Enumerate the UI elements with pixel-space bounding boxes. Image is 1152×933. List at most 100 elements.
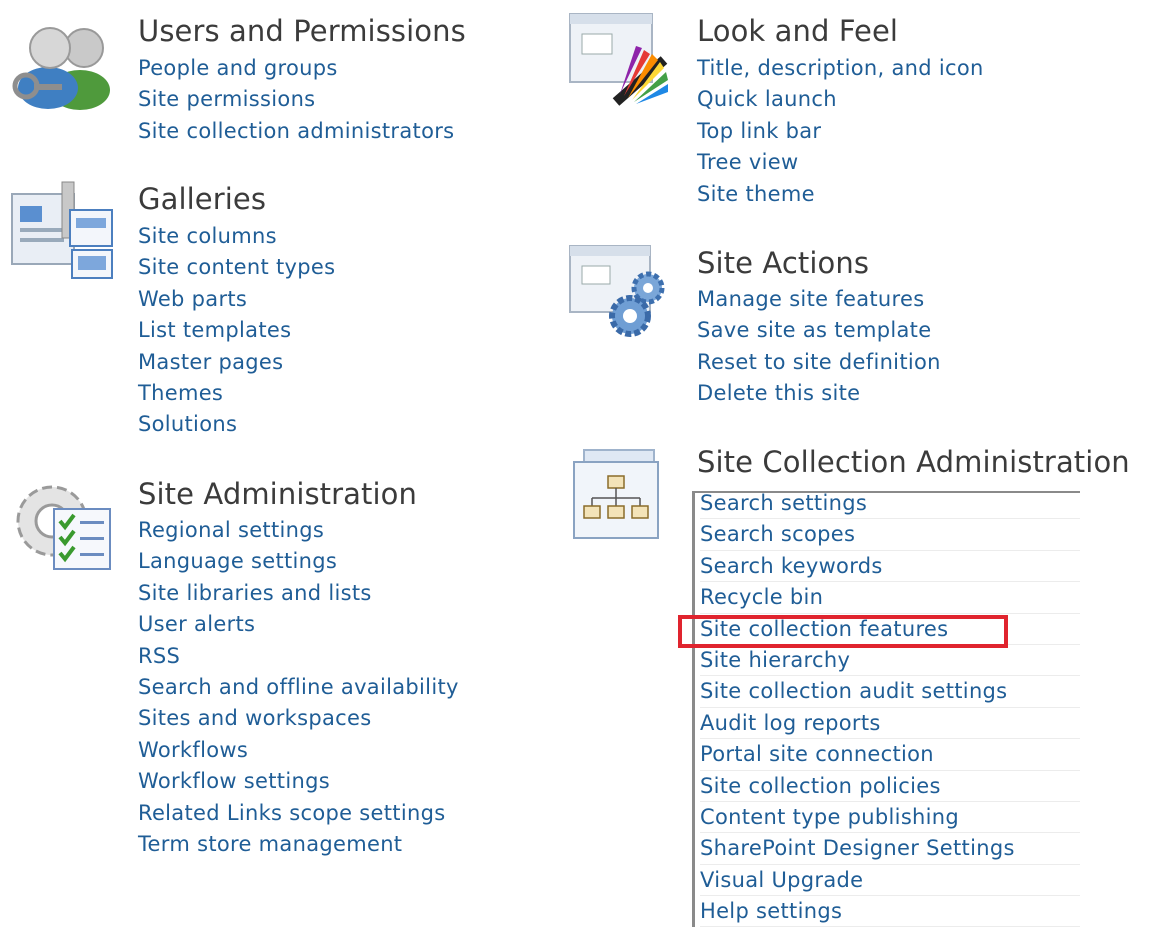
link-site-permissions[interactable]: Site permissions [138,87,315,111]
link-workflow-settings[interactable]: Workflow settings [138,769,330,793]
link-solutions[interactable]: Solutions [138,412,237,436]
list-item: Site permissions [138,84,454,115]
list-item: Site hierarchy [700,645,1080,677]
link-list-templates[interactable]: List templates [138,318,291,342]
link-rss[interactable]: RSS [138,644,180,668]
list-item: Search scopes [700,519,1080,551]
link-user-alerts[interactable]: User alerts [138,612,255,636]
list-item: Site columns [138,221,335,252]
link-site-libraries-and-lists[interactable]: Site libraries and lists [138,581,372,605]
link-list-look-and-feel: Title, description, and icon Quick launc… [697,53,984,210]
list-item: Search and offline availability [138,672,459,703]
list-item: Manage site features [697,284,941,315]
link-master-pages[interactable]: Master pages [138,350,283,374]
list-item: Master pages [138,347,335,378]
list-item: Site theme [697,179,984,210]
section-heading-site-actions: Site Actions [697,246,870,280]
gallery-icon [11,181,113,279]
link-workflows[interactable]: Workflows [138,738,248,762]
link-list-site-actions: Manage site features Save site as templa… [697,284,941,410]
list-item: Site libraries and lists [138,578,459,609]
link-list-galleries: Site columns Site content types Web part… [138,221,335,441]
link-portal-site-connection[interactable]: Portal site connection [700,742,934,766]
link-site-theme[interactable]: Site theme [697,182,815,206]
link-quick-launch[interactable]: Quick launch [697,87,837,111]
list-item: Search keywords [700,551,1080,583]
link-content-type-publishing[interactable]: Content type publishing [700,805,959,829]
list-item: Search settings [700,488,1080,520]
link-site-collection-audit-settings[interactable]: Site collection audit settings [700,679,1007,703]
list-item: Tree view [697,147,984,178]
link-language-settings[interactable]: Language settings [138,549,337,573]
section-heading-site-collection-administration: Site Collection Administration [697,445,1130,479]
link-sharepoint-designer-settings[interactable]: SharePoint Designer Settings [700,836,1015,860]
link-related-links-scope-settings[interactable]: Related Links scope settings [138,801,445,825]
list-item: People and groups [138,53,454,84]
link-visual-upgrade[interactable]: Visual Upgrade [700,868,863,892]
list-item: Regional settings [138,515,459,546]
list-item: Audit log reports [700,708,1080,740]
hierarchy-icon [573,449,659,539]
list-item: Solutions [138,409,335,440]
list-item: Site collection policies [700,771,1080,802]
link-sites-and-workspaces[interactable]: Sites and workspaces [138,706,371,730]
list-item: Save site as template [697,315,941,346]
link-tree-view[interactable]: Tree view [697,150,799,174]
link-manage-site-features[interactable]: Manage site features [697,287,924,311]
link-help-settings[interactable]: Help settings [700,899,842,923]
link-regional-settings[interactable]: Regional settings [138,518,324,542]
link-recycle-bin[interactable]: Recycle bin [700,585,823,609]
list-item: Top link bar [697,116,984,147]
list-item: Help settings [700,896,1080,928]
section-heading-galleries: Galleries [138,182,267,216]
list-item: Reset to site definition [697,347,941,378]
link-save-site-as-template[interactable]: Save site as template [697,318,931,342]
list-item: Site collection audit settings [700,676,1080,708]
list-item: Site content types [138,252,335,283]
list-item: Delete this site [697,378,941,409]
list-item: Title, description, and icon [697,53,984,84]
link-top-link-bar[interactable]: Top link bar [697,119,821,143]
link-site-hierarchy[interactable]: Site hierarchy [700,648,850,672]
link-list-site-collection-administration: Search settings Search scopes Search key… [692,488,1080,928]
link-list-users-permissions: People and groups Site permissions Site … [138,53,454,147]
section-heading-users-permissions: Users and Permissions [138,14,466,48]
link-reset-to-site-definition[interactable]: Reset to site definition [697,350,941,374]
link-search-settings[interactable]: Search settings [700,491,867,515]
section-heading-site-administration: Site Administration [138,477,417,511]
link-delete-this-site[interactable]: Delete this site [697,381,860,405]
list-item: Recycle bin [700,582,1080,614]
link-list-site-administration: Regional settings Language settings Site… [138,515,459,860]
gears-window-icon [569,245,665,337]
list-item: Web parts [138,284,335,315]
section-heading-look-and-feel: Look and Feel [697,14,899,48]
link-search-keywords[interactable]: Search keywords [700,554,883,578]
users-icon [12,27,110,110]
list-item: Quick launch [697,84,984,115]
gear-checklist-icon [16,485,111,570]
list-item: Workflows [138,735,459,766]
list-item: RSS [138,641,459,672]
color-palette-icon [569,13,668,106]
link-audit-log-reports[interactable]: Audit log reports [700,711,881,735]
link-web-parts[interactable]: Web parts [138,287,247,311]
link-site-collection-administrators[interactable]: Site collection administrators [138,119,454,143]
link-search-and-offline-availability[interactable]: Search and offline availability [138,675,459,699]
link-title-description-and-icon[interactable]: Title, description, and icon [697,56,984,80]
list-item: Visual Upgrade [700,865,1080,897]
list-item: Themes [138,378,335,409]
list-item: List templates [138,315,335,346]
list-item: Content type publishing [700,802,1080,834]
list-item: Related Links scope settings [138,798,459,829]
list-item: Language settings [138,546,459,577]
link-people-and-groups[interactable]: People and groups [138,56,338,80]
list-item: SharePoint Designer Settings [700,833,1080,865]
list-item: Term store management [138,829,459,860]
link-term-store-management[interactable]: Term store management [138,832,402,856]
link-site-collection-policies[interactable]: Site collection policies [700,774,941,798]
highlight-box [678,615,1008,648]
link-search-scopes[interactable]: Search scopes [700,522,855,546]
link-site-content-types[interactable]: Site content types [138,255,335,279]
link-themes[interactable]: Themes [138,381,223,405]
link-site-columns[interactable]: Site columns [138,224,277,248]
